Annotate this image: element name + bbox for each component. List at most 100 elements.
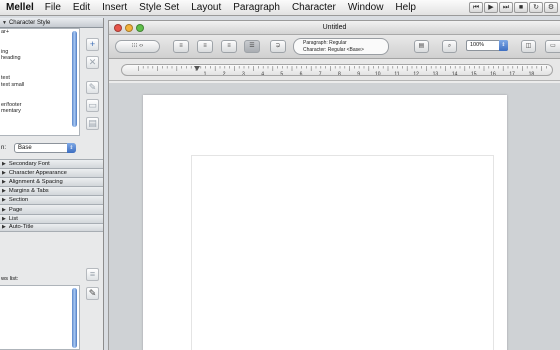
menu-window[interactable]: Window: [342, 2, 390, 13]
settings-icon[interactable]: ⚙: [544, 2, 558, 13]
delete-style-icon[interactable]: ✕: [86, 56, 99, 69]
list-item[interactable]: [0, 95, 79, 102]
app-menu[interactable]: Mellel: [0, 2, 39, 13]
list-item[interactable]: text small: [0, 82, 79, 89]
page-setup-button[interactable]: ▤: [414, 40, 429, 53]
section-character-appearance[interactable]: ▶ Character Appearance: [0, 168, 103, 178]
menu-extras: ⏮ ▶ ⏭ ■ ↻ ⚙: [469, 2, 558, 13]
align-center-button[interactable]: ≡: [197, 40, 213, 53]
find-button[interactable]: ⌕: [442, 40, 457, 53]
style-navigation-button[interactable]: ⁝⁝⁝ ‹›: [115, 40, 160, 53]
list-item[interactable]: ar+: [0, 29, 79, 36]
ruler-number: 16: [490, 72, 496, 77]
disclosure-triangle-icon[interactable]: ▼: [2, 18, 7, 28]
justify-button[interactable]: ☰: [244, 40, 260, 53]
close-icon[interactable]: [114, 24, 122, 32]
ruler-number: 12: [413, 72, 419, 77]
paragraph-direction-icon: ⊋: [275, 43, 281, 49]
ruler[interactable]: 1 2 3 4 5 6 7 8 9 10 11 12 13 14 15 16 17 18: [121, 64, 553, 76]
sidebar-toggle-button[interactable]: ◫: [521, 40, 536, 53]
page[interactable]: [143, 95, 507, 350]
ruler-number: 10: [375, 72, 381, 77]
sync-icon[interactable]: ↻: [529, 2, 543, 13]
redefine-style-icon[interactable]: ▭: [86, 99, 99, 112]
character-style-list[interactable]: ar+ ing heading text text small er/foote…: [0, 28, 80, 136]
list-item[interactable]: text: [0, 75, 79, 82]
list-item[interactable]: ing: [0, 49, 79, 56]
ruler-number: 11: [394, 72, 399, 77]
ruler-ticks: 1 2 3 4 5 6 7 8 9 10 11 12 13 14 15 16 17 18: [138, 66, 547, 77]
stop-icon[interactable]: ■: [514, 2, 528, 13]
character-style-text: Character: Regular <Base>: [303, 46, 364, 53]
list-item[interactable]: [0, 62, 79, 69]
edit-style-icon[interactable]: ✎: [86, 81, 99, 94]
list-style-icon[interactable]: ≡: [86, 268, 99, 281]
ruler-number: 9: [357, 72, 360, 77]
scrollbar[interactable]: [72, 288, 77, 348]
ruler-bar: 1 2 3 4 5 6 7 8 9 10 11 12 13 14 15 16 17 18: [109, 59, 560, 81]
menu-file[interactable]: File: [39, 2, 67, 13]
minimize-icon[interactable]: [125, 24, 133, 32]
list-item[interactable]: [0, 42, 79, 49]
menu-style-set[interactable]: Style Set: [133, 2, 185, 13]
list-item[interactable]: mentary: [0, 108, 79, 115]
menu-character[interactable]: Character: [286, 2, 342, 13]
next-icon[interactable]: ⏭: [499, 2, 513, 13]
ruler-number: 1: [204, 72, 207, 77]
zoom-select[interactable]: 100% ⇕: [466, 40, 508, 51]
document-icon: ▤: [418, 43, 425, 49]
list-panel-title: ws list:: [1, 276, 19, 282]
based-on-label: n:: [1, 145, 7, 151]
ruler-number: 5: [280, 72, 283, 77]
palette-header[interactable]: ▼ Character Style: [0, 18, 103, 28]
list-item[interactable]: er/footer: [0, 102, 79, 109]
list-item[interactable]: [0, 88, 79, 95]
section-alignment-spacing[interactable]: ▶ Alignment & Spacing: [0, 177, 103, 187]
section-page[interactable]: ▶ Page: [0, 204, 103, 214]
based-on-row: n: Base ⇕: [0, 142, 103, 154]
list-panel[interactable]: [0, 285, 80, 350]
chevron-updown-icon: ⇕: [499, 40, 508, 51]
menu-paragraph[interactable]: Paragraph: [227, 2, 286, 13]
disclosure-triangle-icon: ▶: [2, 224, 6, 231]
section-auto-title[interactable]: ▶ Auto-Title: [0, 222, 103, 232]
menu-insert[interactable]: Insert: [96, 2, 133, 13]
menu-layout[interactable]: Layout: [185, 2, 227, 13]
title-bar[interactable]: Untitled: [109, 21, 560, 35]
window-title: Untitled: [322, 24, 347, 31]
section-label: Page: [8, 206, 23, 213]
style-options-icon[interactable]: ▤: [86, 117, 99, 130]
indent-marker-icon[interactable]: [194, 66, 200, 71]
list-item[interactable]: [0, 36, 79, 43]
previous-icon[interactable]: ⏮: [469, 2, 483, 13]
toolbar: ⁝⁝⁝ ‹› ≡ ≡ ≡ ☰ ⊋ Paragraph: Regular Char…: [109, 35, 560, 59]
section-margins-tabs[interactable]: ▶ Margins & Tabs: [0, 186, 103, 196]
section-list[interactable]: ▶ List: [0, 213, 103, 223]
zoom-icon[interactable]: [136, 24, 144, 32]
list-item[interactable]: [0, 69, 79, 76]
disclosure-triangle-icon: ▶: [2, 188, 6, 195]
style-info-field[interactable]: Paragraph: Regular Character: Regular <B…: [293, 38, 389, 55]
section-secondary-font[interactable]: ▶ Secondary Font: [0, 159, 103, 169]
text-direction-button[interactable]: ⊋: [270, 40, 286, 53]
list-item[interactable]: heading: [0, 55, 79, 62]
magnifier-icon: ⌕: [447, 43, 452, 49]
align-left-button[interactable]: ≡: [173, 40, 189, 53]
section-label: Auto-Title: [8, 224, 34, 231]
pencil-icon[interactable]: ✎: [86, 287, 99, 300]
based-on-select[interactable]: Base ⇕: [14, 143, 76, 153]
menu-help[interactable]: Help: [389, 2, 422, 13]
align-right-button[interactable]: ≡: [221, 40, 237, 53]
section-section[interactable]: ▶ Section: [0, 195, 103, 205]
scrollbar[interactable]: [72, 31, 77, 127]
play-icon[interactable]: ▶: [484, 2, 498, 13]
more-button[interactable]: ▭: [545, 40, 560, 53]
palette-title: Character Style: [8, 19, 51, 26]
add-style-icon[interactable]: +: [86, 38, 99, 51]
align-right-icon: ≡: [227, 43, 231, 49]
section-label: Secondary Font: [8, 161, 50, 168]
menu-edit[interactable]: Edit: [67, 2, 96, 13]
based-on-value: Base: [18, 145, 32, 151]
window-icon: ▭: [550, 43, 556, 49]
align-left-icon: ≡: [179, 43, 183, 49]
